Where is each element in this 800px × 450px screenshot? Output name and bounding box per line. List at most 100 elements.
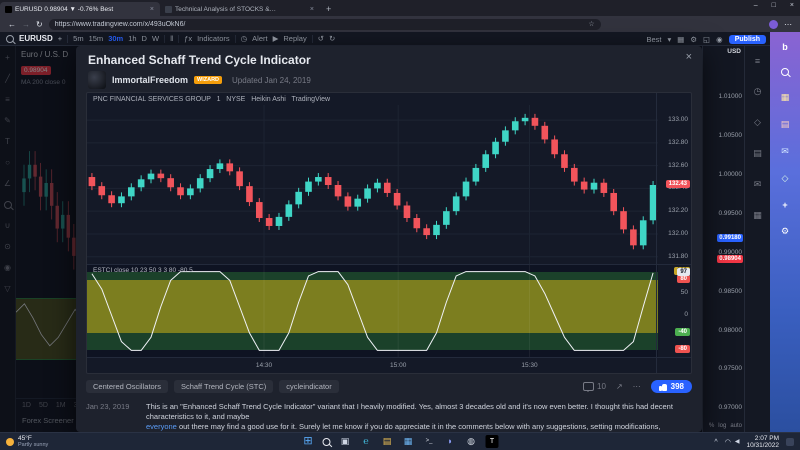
layout-grid-icon[interactable]: ▦ <box>677 35 684 44</box>
author-name[interactable]: ImmortalFreedom <box>112 75 188 85</box>
news-icon[interactable]: ▤ <box>753 148 762 159</box>
wizard-badge: WIZARD <box>194 76 222 84</box>
alert-clock-icon[interactable]: ◷ <box>241 34 248 43</box>
fullscreen-icon[interactable]: ◱ <box>703 35 710 44</box>
indicators-button[interactable]: Indicators <box>197 34 230 43</box>
back-button[interactable]: ← <box>8 20 16 29</box>
taskbar-clock[interactable]: 2:07 PM 10/31/2022 <box>746 435 779 449</box>
chevron-down-icon[interactable]: ▾ <box>667 35 671 44</box>
tag-schaff-trend-cycle-stc-[interactable]: Schaff Trend Cycle (STC) <box>174 380 273 393</box>
refresh-button[interactable]: ↻ <box>36 20 43 29</box>
weather-widget[interactable]: 45°F Partly sunny <box>6 435 48 448</box>
time-axis[interactable]: 14:3015:0015:30 <box>87 357 692 374</box>
add-icon[interactable]: + <box>782 200 787 210</box>
idea-tags: Centered Oscillators Schaff Trend Cycle (… <box>86 380 339 393</box>
compare-button[interactable]: + <box>58 34 62 43</box>
alert-button[interactable]: Alert <box>252 34 267 43</box>
start-button[interactable]: ⊞ <box>302 435 315 448</box>
timeframe-W[interactable]: W <box>152 34 159 43</box>
tag-centered-oscillators[interactable]: Centered Oscillators <box>86 380 168 393</box>
shopping-icon[interactable]: ▦ <box>781 92 790 103</box>
watchlist-icon[interactable]: ≡ <box>755 56 760 66</box>
symbol-search-icon[interactable] <box>6 35 14 43</box>
description-link[interactable]: everyone <box>146 422 177 431</box>
scale-option-auto[interactable]: auto <box>730 423 742 429</box>
network-icon[interactable]: ◠ <box>725 438 731 446</box>
task-view-button[interactable]: ▣ <box>339 435 352 448</box>
author-avatar[interactable] <box>88 71 106 89</box>
timeframe-D[interactable]: D <box>142 34 147 43</box>
symbol-button[interactable]: EURUSD <box>19 34 53 43</box>
tab-title: EURUSD 0.98904 ▼ -0.76% Best <box>15 6 146 13</box>
alerts-icon[interactable]: ◷ <box>754 86 762 97</box>
close-window-button[interactable]: × <box>790 2 794 9</box>
browser-menu-icon[interactable]: ⋯ <box>784 20 792 29</box>
gear-icon[interactable]: ⚙ <box>690 35 697 44</box>
chat-icon[interactable]: ✉ <box>754 179 762 190</box>
publish-button[interactable]: Publish <box>729 35 766 44</box>
profile-avatar[interactable] <box>769 20 778 29</box>
store-icon[interactable]: ▦ <box>402 435 415 448</box>
tab-close-icon[interactable]: × <box>309 6 315 13</box>
replay-play-icon[interactable]: ▶ <box>273 34 279 43</box>
candle-style-icon[interactable]: ‖ <box>170 34 173 43</box>
scale-option-log[interactable]: log <box>718 423 726 429</box>
browser-tab-analysis[interactable]: Technical Analysis of STOCKS &… × <box>160 2 320 16</box>
notification-icon[interactable] <box>786 438 794 446</box>
forward-button[interactable]: → <box>22 20 30 29</box>
timeframe-30m[interactable]: 30m <box>108 34 123 43</box>
discord-icon[interactable]: ◗ <box>444 435 457 448</box>
screen: EURUSD 0.98904 ▼ -0.76% Best × Technical… <box>0 0 800 450</box>
price-axis[interactable]: 133.00132.80132.60132.40132.20132.00131.… <box>656 93 691 374</box>
outlook-icon[interactable]: ✉ <box>781 146 789 157</box>
edge-browser-icon[interactable]: ℮ <box>360 435 373 448</box>
currency-label: USD <box>727 48 741 55</box>
favorite-star-icon[interactable]: ☆ <box>588 20 594 28</box>
maximize-button[interactable]: □ <box>772 2 776 9</box>
file-explorer-icon[interactable]: ▤ <box>381 435 394 448</box>
share-icon[interactable]: ↗ <box>616 382 623 391</box>
tray-expand-icon[interactable]: ^ <box>714 439 717 446</box>
minimize-button[interactable]: – <box>754 2 758 9</box>
search-button[interactable] <box>323 438 331 446</box>
comments-group[interactable]: 10 <box>583 382 606 391</box>
undo-icon[interactable]: ↺ <box>318 34 324 43</box>
close-icon[interactable]: × <box>686 51 692 63</box>
tab-title: Technical Analysis of STOCKS &… <box>175 6 306 13</box>
new-tab-button[interactable]: + <box>326 4 331 14</box>
volume-icon[interactable]: ◀ <box>735 438 740 446</box>
sidebar-settings-icon[interactable]: ⚙ <box>781 226 789 237</box>
ideas-icon[interactable]: ◇ <box>754 117 761 128</box>
best-dropdown[interactable]: Best <box>646 35 661 44</box>
right-sidebar: ≡ ◷ ◇ ▤ ✉ ▦ <box>744 46 770 432</box>
timeframe-1h[interactable]: 1h <box>128 34 136 43</box>
indicators-fx-icon[interactable]: ƒx <box>184 34 192 43</box>
like-button[interactable]: 398 <box>651 380 692 393</box>
sidebar-search-icon[interactable] <box>781 68 789 76</box>
camera-icon[interactable]: ◉ <box>716 35 723 44</box>
axis-label: 132.00 <box>668 230 688 237</box>
timeframe-5m[interactable]: 5m <box>73 34 83 43</box>
indicator-tag: 97 <box>677 268 690 276</box>
scale-options: % logauto <box>709 423 742 429</box>
terminal-icon[interactable]: >_ <box>423 435 436 448</box>
replay-button[interactable]: Replay <box>283 34 306 43</box>
games-icon[interactable]: ◇ <box>782 173 789 184</box>
price-scale[interactable]: USD %logauto 1.010001.005001.000000.9950… <box>702 46 745 432</box>
tag-cycleindicator[interactable]: cycleindicator <box>279 380 338 393</box>
like-count: 398 <box>671 382 684 391</box>
steam-icon[interactable]: ◍ <box>465 435 478 448</box>
timeframe-15m[interactable]: 15m <box>89 34 104 43</box>
more-options-icon[interactable]: ⋯ <box>633 382 641 391</box>
tab-close-icon[interactable]: × <box>149 6 155 13</box>
browser-tab-eurusd[interactable]: EURUSD 0.98904 ▼ -0.76% Best × <box>0 2 160 16</box>
tradingview-app-icon[interactable]: T <box>486 435 499 448</box>
scale-option-%[interactable]: % <box>709 423 714 429</box>
redo-icon[interactable]: ↻ <box>329 34 335 43</box>
office-icon[interactable]: ▤ <box>781 119 790 130</box>
calendar-icon[interactable]: ▦ <box>753 210 762 221</box>
url-bar[interactable]: https://www.tradingview.com/x/493uOkN6/ … <box>49 19 601 30</box>
indicator-pane <box>87 265 658 357</box>
indicator-tag: -80 <box>675 345 690 353</box>
bing-chat-icon[interactable]: b <box>782 42 788 52</box>
